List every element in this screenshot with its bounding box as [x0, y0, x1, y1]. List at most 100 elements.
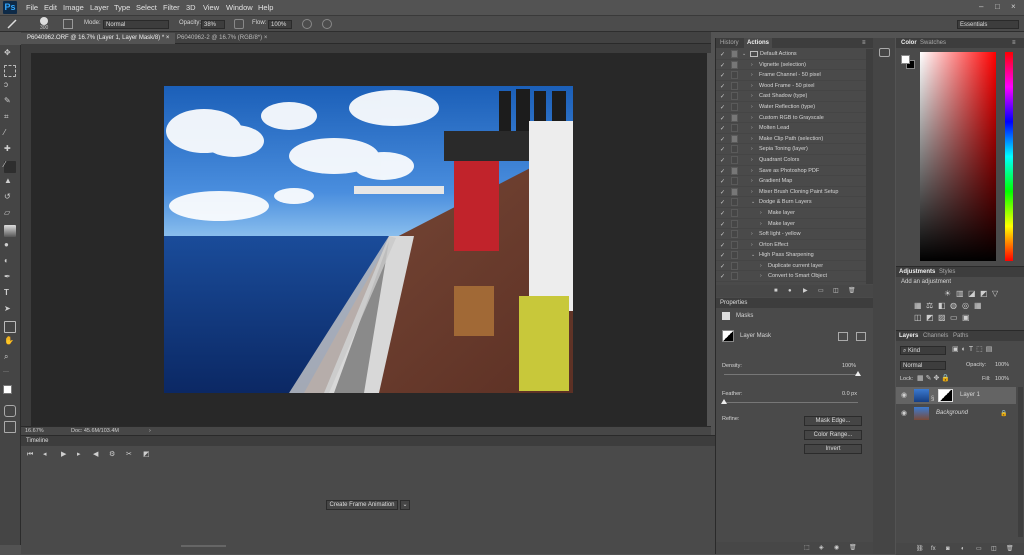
lock-icons[interactable]: ▦✎✥🔒	[917, 375, 952, 383]
action-item[interactable]: ✓ › Mixer Brush Cloning Paint Setup	[716, 187, 866, 198]
group-icon[interactable]: ▭	[976, 545, 982, 553]
screen-mode-icon[interactable]	[4, 421, 16, 433]
expand-icon[interactable]: ›	[751, 113, 753, 123]
tab-paths[interactable]: Paths	[953, 331, 968, 341]
load-selection-icon[interactable]: ⬚	[804, 544, 810, 552]
quick-mask-icon[interactable]	[4, 405, 16, 417]
dialog-toggle-icon[interactable]	[731, 134, 738, 143]
collapse-icon[interactable]: ⌄	[751, 197, 755, 207]
expand-icon[interactable]: ›	[751, 102, 753, 112]
collapse-icon[interactable]: ⌄	[751, 250, 755, 260]
new-action-icon[interactable]: ◫	[833, 287, 839, 295]
select-mask-icon[interactable]	[838, 332, 848, 341]
dialog-toggle-icon[interactable]	[731, 208, 738, 217]
action-toggle-check-icon[interactable]: ✓	[720, 114, 727, 122]
gradient-map-icon[interactable]: ▭	[950, 314, 958, 322]
brush-tool-icon[interactable]	[7, 19, 17, 29]
panel-menu-icon[interactable]: ≡	[1012, 38, 1016, 48]
layer-opacity-value[interactable]: 100%	[995, 362, 1009, 368]
healing-tool-icon[interactable]: ✚	[4, 145, 16, 157]
action-item[interactable]: ✓ › Quadrant Colors	[716, 155, 866, 166]
action-toggle-check-icon[interactable]: ✓	[720, 251, 727, 259]
dialog-toggle-icon[interactable]	[731, 71, 738, 80]
expand-icon[interactable]: ›	[751, 123, 753, 133]
expand-icon[interactable]: ›	[751, 229, 753, 239]
invert-button[interactable]: Invert	[804, 444, 862, 454]
workspace-select[interactable]: Essentials	[957, 20, 1019, 29]
action-toggle-check-icon[interactable]: ✓	[720, 262, 727, 270]
layer-mask-icon[interactable]	[722, 330, 734, 342]
action-toggle-check-icon[interactable]: ✓	[720, 230, 727, 238]
dialog-toggle-icon[interactable]	[731, 124, 738, 133]
visibility-mask-icon[interactable]: ◉	[834, 544, 839, 552]
dialog-toggle-icon[interactable]	[731, 145, 738, 154]
action-item[interactable]: ✓ › Duplicate current layer	[716, 261, 866, 272]
action-toggle-check-icon[interactable]: ✓	[720, 220, 727, 228]
invert-adjust-icon[interactable]: ◫	[914, 314, 922, 322]
expand-icon[interactable]: ›	[751, 240, 753, 250]
color-field[interactable]	[920, 52, 996, 261]
density-slider[interactable]	[724, 374, 858, 375]
feather-slider[interactable]	[724, 402, 858, 403]
black-white-icon[interactable]: ◧	[938, 302, 946, 310]
action-item[interactable]: ✓ ⌄ Dodge & Burn Layers	[716, 197, 866, 208]
rectangle-tool-icon[interactable]	[4, 321, 16, 333]
menu-edit[interactable]: Edit	[44, 3, 57, 12]
levels-icon[interactable]: ▥	[956, 290, 964, 298]
fx-icon[interactable]: fx	[931, 545, 936, 553]
menu-image[interactable]: Image	[63, 3, 84, 12]
action-toggle-check-icon[interactable]: ✓	[720, 167, 727, 175]
menu-3d[interactable]: 3D	[186, 3, 196, 12]
maximize-icon[interactable]: □	[995, 3, 1000, 11]
action-item[interactable]: ✓ › Orton Effect	[716, 240, 866, 251]
minimize-icon[interactable]: –	[979, 3, 983, 11]
first-frame-icon[interactable]: ⏮	[27, 451, 33, 459]
vibrance-icon[interactable]: ▽	[992, 290, 998, 298]
tab-adjustments[interactable]: Adjustments	[899, 267, 935, 277]
action-toggle-check-icon[interactable]: ✓	[720, 92, 727, 100]
tab-layers[interactable]: Layers	[899, 331, 918, 341]
pen-tool-icon[interactable]: ✒	[4, 273, 16, 285]
menu-file[interactable]: File	[26, 3, 38, 12]
expand-icon[interactable]: ›	[751, 70, 753, 80]
dialog-toggle-icon[interactable]	[731, 251, 738, 260]
color-lookup-icon[interactable]: ▦	[974, 302, 982, 310]
posterize-icon[interactable]: ◩	[926, 314, 934, 322]
action-toggle-check-icon[interactable]: ✓	[720, 241, 727, 249]
expand-icon[interactable]: ›	[760, 219, 762, 229]
create-frame-animation-button[interactable]: Create Frame Animation	[326, 500, 398, 510]
hue-saturation-icon[interactable]: ▦	[914, 302, 922, 310]
adjustment-layer-icon[interactable]: ◐	[961, 545, 965, 553]
action-toggle-check-icon[interactable]: ✓	[720, 272, 727, 280]
action-toggle-check-icon[interactable]: ✓	[720, 209, 727, 217]
menu-view[interactable]: View	[203, 3, 219, 12]
record-icon[interactable]: ●	[788, 287, 792, 295]
eraser-tool-icon[interactable]: ▱	[4, 209, 16, 221]
action-toggle-check-icon[interactable]: ✓	[720, 103, 727, 111]
expand-icon[interactable]: ›	[751, 91, 753, 101]
dialog-toggle-icon[interactable]	[731, 177, 738, 186]
menu-layer[interactable]: Layer	[90, 3, 109, 12]
layer-name[interactable]: Layer 1	[960, 387, 980, 404]
expand-icon[interactable]: ›	[751, 81, 753, 91]
action-item[interactable]: ✓ › Make layer	[716, 208, 866, 219]
action-item[interactable]: ✓ › Convert to Smart Object	[716, 271, 866, 283]
airbrush-icon[interactable]	[302, 19, 312, 29]
menu-type[interactable]: Type	[114, 3, 130, 12]
lasso-tool-icon[interactable]: ↄ	[4, 81, 16, 93]
density-slider-thumb[interactable]	[855, 371, 861, 376]
selective-color-icon[interactable]: ▣	[962, 314, 970, 322]
blend-mode-select[interactable]: Normal	[900, 361, 946, 370]
mask-edge-button[interactable]: Mask Edge...	[804, 416, 862, 426]
quick-select-tool-icon[interactable]: ✎	[4, 97, 16, 109]
history-panel-icon[interactable]	[879, 48, 890, 57]
opacity-input[interactable]: 38%	[201, 20, 225, 29]
layer-row-background[interactable]: ◉ Background 🔒	[896, 405, 1016, 422]
dialog-toggle-icon[interactable]	[731, 155, 738, 164]
expand-icon[interactable]: ›	[751, 176, 753, 186]
pressure-opacity-icon[interactable]	[234, 19, 244, 29]
close-tab-icon[interactable]: ×	[264, 35, 268, 41]
curves-icon[interactable]: ◪	[968, 290, 976, 298]
hue-slider[interactable]	[1005, 52, 1013, 261]
create-dropdown-icon[interactable]: ⌄	[400, 500, 410, 510]
